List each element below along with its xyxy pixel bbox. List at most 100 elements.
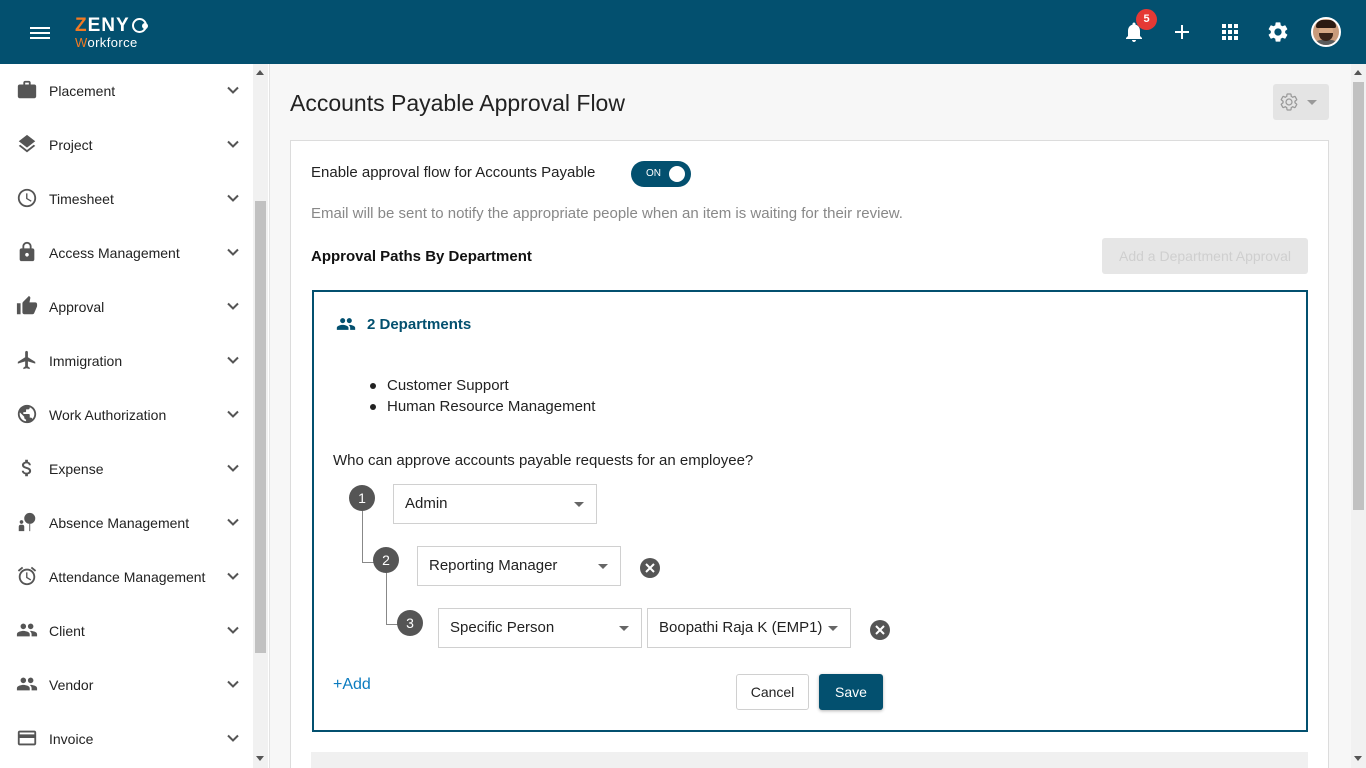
dollar-icon bbox=[21, 459, 32, 477]
chevron-down-icon[interactable] bbox=[226, 407, 240, 421]
toggle-knob bbox=[669, 166, 685, 182]
approver-question: Who can approve accounts payable request… bbox=[333, 452, 754, 469]
sidebar-item-access-management[interactable]: Access Management bbox=[0, 226, 252, 280]
chevron-down-icon[interactable] bbox=[226, 245, 240, 259]
approver-select-2[interactable]: Reporting Manager bbox=[417, 546, 621, 586]
sidebar-item-label: Project bbox=[49, 137, 93, 153]
step-connector bbox=[386, 572, 398, 625]
sidebar-scroll-thumb[interactable] bbox=[255, 201, 266, 653]
cancel-button[interactable]: Cancel bbox=[736, 674, 809, 710]
step-number-3: 3 bbox=[397, 610, 423, 636]
menu-icon[interactable] bbox=[28, 24, 52, 42]
layers-icon bbox=[18, 134, 36, 153]
notification-badge: 5 bbox=[1136, 9, 1157, 30]
main-scroll-thumb[interactable] bbox=[1353, 82, 1364, 510]
scroll-down-arrow-icon[interactable] bbox=[256, 756, 264, 761]
sidebar-item-invoice[interactable]: Invoice bbox=[0, 712, 252, 766]
department-list: Customer Support Human Resource Manageme… bbox=[370, 375, 595, 417]
chevron-down-icon[interactable] bbox=[226, 353, 240, 367]
list-item: Human Resource Management bbox=[370, 396, 595, 417]
list-item: Customer Support bbox=[370, 375, 595, 396]
sidebar-item-label: Expense bbox=[49, 461, 104, 477]
email-note: Email will be sent to notify the appropr… bbox=[311, 205, 903, 222]
remove-step-3-button[interactable] bbox=[870, 620, 890, 640]
chevron-down-icon[interactable] bbox=[226, 677, 240, 691]
sidebar-item-label: Immigration bbox=[49, 353, 123, 369]
sidebar-scrollbar[interactable] bbox=[253, 64, 268, 768]
scroll-up-arrow-icon[interactable] bbox=[1354, 70, 1362, 75]
scroll-up-arrow-icon[interactable] bbox=[256, 70, 264, 75]
apps-grid-icon[interactable] bbox=[1218, 20, 1242, 44]
people-icon bbox=[16, 677, 38, 691]
app-logo[interactable]: Z ENY Workforce bbox=[75, 15, 148, 50]
sidebar-item-attendance-management[interactable]: Attendance Management bbox=[0, 550, 252, 604]
logo-brand-first: Z bbox=[75, 15, 88, 36]
people-icon bbox=[336, 318, 356, 330]
gear-icon[interactable] bbox=[1266, 20, 1290, 44]
sidebar-item-label: Attendance Management bbox=[49, 569, 206, 585]
page-title: Accounts Payable Approval Flow bbox=[290, 90, 625, 116]
remove-step-2-button[interactable] bbox=[640, 558, 660, 578]
people-icon bbox=[16, 623, 38, 637]
chevron-down-icon[interactable] bbox=[226, 83, 240, 97]
save-button[interactable]: Save bbox=[819, 674, 883, 710]
sidebar-item-absence-management[interactable]: Absence Management bbox=[0, 496, 252, 550]
sidebar-item-placement[interactable]: Placement bbox=[0, 64, 252, 118]
logo-sub-first: W bbox=[75, 35, 88, 50]
sidebar-item-label: Absence Management bbox=[49, 515, 190, 531]
approver-select-3[interactable]: Specific Person bbox=[438, 608, 642, 648]
logo-sub-rest: orkforce bbox=[87, 35, 138, 50]
chevron-down-icon[interactable] bbox=[226, 515, 240, 529]
lock-icon bbox=[19, 241, 35, 262]
sidebar-item-label: Approval bbox=[49, 299, 105, 315]
sidebar-item-label: Work Authorization bbox=[49, 407, 167, 423]
sidebar-item-label: Invoice bbox=[49, 731, 94, 747]
user-avatar[interactable] bbox=[1311, 17, 1341, 47]
briefcase-icon bbox=[17, 80, 37, 99]
approver-select-1[interactable]: Admin bbox=[393, 484, 597, 524]
chevron-down-icon[interactable] bbox=[226, 191, 240, 205]
top-app-bar: Z ENY Workforce 5 bbox=[0, 0, 1366, 64]
sidebar-item-label: Vendor bbox=[49, 677, 94, 693]
gear-icon bbox=[1280, 93, 1298, 111]
step-number-2: 2 bbox=[373, 547, 399, 573]
sidebar-item-label: Client bbox=[49, 623, 85, 639]
sidebar-item-work-authorization[interactable]: Work Authorization bbox=[0, 388, 252, 442]
thumbs-up-icon bbox=[16, 295, 38, 315]
main-scrollbar[interactable] bbox=[1351, 64, 1366, 768]
chevron-down-icon[interactable] bbox=[226, 299, 240, 313]
page-settings-button[interactable] bbox=[1273, 84, 1329, 120]
sidebar-item-vendor[interactable]: Vendor bbox=[0, 658, 252, 712]
add-department-approval-button[interactable]: Add a Department Approval bbox=[1102, 238, 1308, 274]
sidebar-item-project[interactable]: Project bbox=[0, 118, 252, 172]
toggle-state-text: ON bbox=[646, 168, 661, 179]
alarm-icon bbox=[17, 566, 37, 586]
section-title: Approval Paths By Department bbox=[311, 248, 532, 265]
chevron-down-icon[interactable] bbox=[226, 569, 240, 583]
sidebar-item-approval[interactable]: Approval bbox=[0, 280, 252, 334]
chevron-down-icon bbox=[619, 626, 629, 631]
scroll-down-arrow-icon[interactable] bbox=[1354, 756, 1362, 761]
sidebar-item-client[interactable]: Client bbox=[0, 604, 252, 658]
sidebar-item-label: Access Management bbox=[49, 245, 180, 261]
chevron-down-icon[interactable] bbox=[226, 137, 240, 151]
chevron-down-icon[interactable] bbox=[226, 461, 240, 475]
chevron-down-icon[interactable] bbox=[226, 623, 240, 637]
chevron-down-icon[interactable] bbox=[226, 731, 240, 745]
approver-select-value: Specific Person bbox=[450, 619, 555, 636]
department-count: 2 Departments bbox=[367, 316, 472, 333]
chevron-down-icon bbox=[1307, 100, 1317, 105]
sidebar-item-immigration[interactable]: Immigration bbox=[0, 334, 252, 388]
step-number-1: 1 bbox=[349, 485, 375, 511]
globe-person-icon bbox=[17, 404, 37, 424]
sidebar-item-timesheet[interactable]: Timesheet bbox=[0, 172, 252, 226]
chevron-down-icon bbox=[574, 502, 584, 507]
sidebar-item-expense[interactable]: Expense bbox=[0, 442, 252, 496]
credit-card-icon bbox=[17, 730, 37, 746]
logo-brand-rest: ENY bbox=[87, 15, 130, 36]
approval-flow-toggle[interactable]: ON bbox=[631, 161, 691, 187]
next-department-group bbox=[311, 752, 1308, 768]
plus-icon[interactable] bbox=[1170, 20, 1194, 44]
specific-person-select[interactable]: Boopathi Raja K (EMP1) bbox=[647, 608, 851, 648]
add-step-link[interactable]: +Add bbox=[333, 676, 371, 694]
